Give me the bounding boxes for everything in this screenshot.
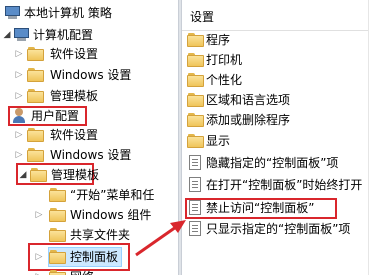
folder-icon <box>187 112 204 127</box>
details-item-label: 在打开“控制面板”时始终打开 <box>206 178 363 192</box>
details-item-always-open[interactable]: 在打开“控制面板”时始终打开 <box>182 175 369 195</box>
folder-icon <box>187 72 204 87</box>
expanded-arrow-icon[interactable]: ◢ <box>18 164 28 186</box>
details-item-show-only-specified[interactable]: 只显示指定的“控制面板”项 <box>182 219 369 239</box>
details-item-label: 程序 <box>206 33 231 47</box>
details-item-display[interactable]: 显示 <box>182 131 369 151</box>
details-item-label: 打印机 <box>206 53 243 67</box>
details-item-prohibit-access[interactable]: 禁止访问“控制面板” <box>182 198 369 218</box>
computer-icon <box>13 27 30 42</box>
details-item-label: 只显示指定的“控制面板”项 <box>206 222 351 236</box>
tree-item-label: 软件设置 <box>50 47 99 61</box>
tree-item-label: 网络 <box>70 266 94 275</box>
tree-item-label: 本地计算机 策略 <box>24 6 112 20</box>
folder-icon <box>187 92 204 107</box>
folder-icon <box>187 32 204 47</box>
tree-item-software-settings[interactable]: ▷ 软件设置 <box>0 43 178 65</box>
collapsed-arrow-icon[interactable]: ▷ <box>34 266 44 275</box>
folder-icon <box>27 147 44 162</box>
details-pane[interactable]: 设置 程序 打印机 个性化 区域和语言选项 添加或删除程序 显示 隐藏指定的“控… <box>182 0 369 275</box>
details-item-personalization[interactable]: 个性化 <box>182 70 369 90</box>
collapsed-arrow-icon[interactable]: ▷ <box>14 64 24 86</box>
details-item-add-remove-programs[interactable]: 添加或删除程序 <box>182 110 369 130</box>
policy-icon <box>187 221 204 236</box>
tree-item-label: 管理模板 <box>51 168 100 182</box>
folder-icon <box>49 187 66 202</box>
folder-icon <box>49 269 66 275</box>
policy-icon <box>187 177 204 192</box>
details-header-label: 设置 <box>190 10 215 24</box>
tree-item-windows-settings[interactable]: ▷ Windows 设置 <box>0 144 178 166</box>
user-icon <box>11 108 28 123</box>
tree-item-label: 控制面板 <box>70 250 119 264</box>
tree-item-label: Windows 设置 <box>50 68 132 82</box>
folder-icon <box>27 88 44 103</box>
details-item-label: 添加或删除程序 <box>206 113 291 127</box>
folder-icon <box>30 167 47 182</box>
collapsed-arrow-icon[interactable]: ▷ <box>14 124 24 146</box>
details-item-label: 禁止访问“控制面板” <box>206 201 315 215</box>
tree-item-label: 管理模板 <box>50 89 99 103</box>
tree-item-network[interactable]: ▷ 网络 <box>0 266 178 275</box>
collapsed-arrow-icon[interactable]: ▷ <box>34 204 44 226</box>
tree-item-label: “开始”菜单和任 <box>70 188 155 202</box>
details-item-region-language[interactable]: 区域和语言选项 <box>182 90 369 110</box>
details-item-label: 区域和语言选项 <box>206 93 291 107</box>
collapsed-arrow-icon[interactable]: ▷ <box>14 43 24 65</box>
policy-icon <box>187 200 204 215</box>
details-header[interactable]: 设置 <box>182 0 369 31</box>
tree-item-windows-settings[interactable]: ▷ Windows 设置 <box>0 64 178 86</box>
folder-icon <box>49 207 66 222</box>
folder-icon <box>27 46 44 61</box>
folder-icon <box>49 249 66 264</box>
tree-item-label: Windows 设置 <box>50 148 132 162</box>
computer-icon <box>4 5 21 20</box>
collapsed-arrow-icon[interactable]: ▷ <box>14 144 24 166</box>
details-item-hide-specified[interactable]: 隐藏指定的“控制面板”项 <box>182 153 369 173</box>
details-item-programs[interactable]: 程序 <box>182 30 369 50</box>
details-item-label: 隐藏指定的“控制面板”项 <box>206 156 339 170</box>
details-item-printers[interactable]: 打印机 <box>182 50 369 70</box>
tree-item-label: 共享文件夹 <box>70 228 131 242</box>
folder-icon <box>187 52 204 67</box>
details-item-label: 显示 <box>206 134 231 148</box>
folder-icon <box>187 133 204 148</box>
collapsed-arrow-icon[interactable]: ▷ <box>34 246 44 268</box>
collapsed-arrow-icon[interactable]: ▷ <box>14 85 24 107</box>
tree-item-local-policy[interactable]: 本地计算机 策略 <box>0 2 178 24</box>
folder-icon <box>27 67 44 82</box>
tree-pane[interactable]: 本地计算机 策略 ◢ 计算机配置 ▷ 软件设置 ▷ Windows 设置 ▷ 管… <box>0 0 178 275</box>
tree-item-start-menu[interactable]: “开始”菜单和任 <box>0 184 178 206</box>
tree-item-windows-components[interactable]: ▷ Windows 组件 <box>0 204 178 226</box>
details-item-label: 个性化 <box>206 73 243 87</box>
tree-item-admin-templates-user[interactable]: ◢ 管理模板 <box>0 164 178 186</box>
folder-icon <box>49 227 66 242</box>
tree-item-shared-folders[interactable]: 共享文件夹 <box>0 224 178 246</box>
tree-item-label: Windows 组件 <box>70 208 152 222</box>
tree-item-label: 软件设置 <box>50 128 99 142</box>
tree-item-control-panel[interactable]: ▷ 控制面板 <box>0 246 178 268</box>
folder-icon <box>27 127 44 142</box>
tree-item-admin-templates[interactable]: ▷ 管理模板 <box>0 85 178 107</box>
tree-item-software-settings[interactable]: ▷ 软件设置 <box>0 124 178 146</box>
policy-icon <box>187 155 204 170</box>
